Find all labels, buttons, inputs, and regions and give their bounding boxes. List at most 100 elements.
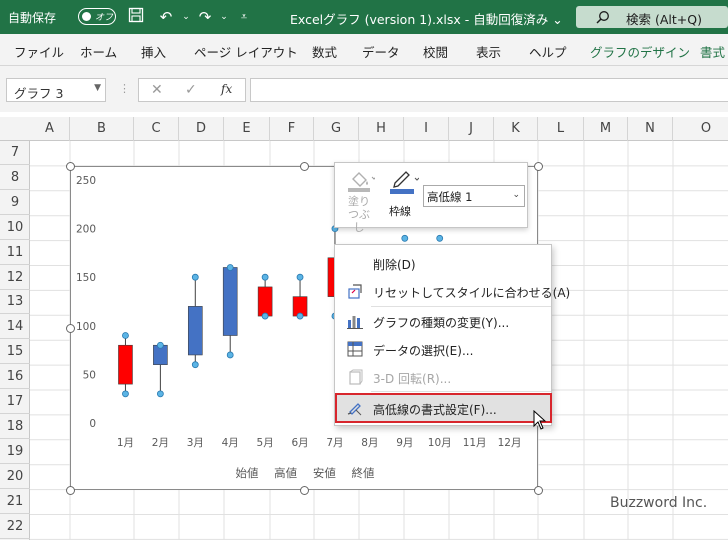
resize-handle-t[interactable]	[300, 162, 309, 171]
x-tick-label[interactable]: 4月	[222, 437, 239, 449]
tab-chart-design[interactable]: グラフのデザイン	[590, 42, 690, 61]
column-header-a[interactable]: A	[30, 117, 70, 141]
column-header-e[interactable]: E	[224, 117, 270, 141]
x-tick-label[interactable]: 9月	[396, 437, 413, 449]
column-header-k[interactable]: K	[494, 117, 538, 141]
x-tick-label[interactable]: 11月	[463, 437, 487, 449]
row-header-22[interactable]: 22	[0, 515, 30, 539]
menu-item-change-chart-type[interactable]: グラフの種類の変更(Y)...	[335, 307, 551, 335]
row-header-18[interactable]: 18	[0, 415, 30, 439]
x-tick-label[interactable]: 6月	[291, 437, 308, 449]
tab-format[interactable]: 書式	[700, 42, 725, 61]
x-tick-label[interactable]: 1月	[117, 437, 134, 449]
outline-label[interactable]: 枠線	[389, 203, 411, 219]
row-header-7[interactable]: 7	[0, 141, 30, 165]
row-header-11[interactable]: 11	[0, 241, 30, 265]
y-tick-label[interactable]: 250	[76, 175, 96, 187]
search-box[interactable]: 検索 (Alt+Q)	[576, 6, 728, 28]
row-header-19[interactable]: 19	[0, 440, 30, 464]
row-header-9[interactable]: 9	[0, 191, 30, 215]
high-marker[interactable]	[191, 273, 199, 281]
chart-legend[interactable]: 始値 高値 安値 終値	[71, 465, 539, 481]
customize-qat-icon[interactable]: ⩡	[234, 7, 254, 27]
y-tick-label[interactable]: 50	[83, 369, 96, 381]
resize-handle-br[interactable]	[534, 486, 543, 495]
x-tick-label[interactable]: 2月	[152, 437, 169, 449]
low-marker[interactable]	[261, 312, 269, 320]
name-box[interactable]: グラフ 3 ▼	[6, 78, 106, 102]
y-tick-label[interactable]: 0	[89, 418, 96, 430]
resize-handle-tr[interactable]	[534, 162, 543, 171]
column-header-m[interactable]: M	[584, 117, 628, 141]
column-header-f[interactable]: F	[270, 117, 314, 141]
resize-handle-bl[interactable]	[66, 486, 75, 495]
formula-input[interactable]	[250, 78, 728, 102]
chevron-down-icon[interactable]: ⌄	[512, 190, 520, 200]
high-marker[interactable]	[436, 234, 444, 242]
chart-element-select[interactable]: 高低線 1 ⌄	[423, 185, 525, 207]
low-marker[interactable]	[156, 390, 164, 398]
redo-dropdown-icon[interactable]: ⌄	[214, 7, 234, 27]
tab-review[interactable]: 校閲	[423, 42, 448, 61]
low-marker[interactable]	[296, 312, 304, 320]
undo-dropdown-icon[interactable]: ⌄	[176, 7, 196, 27]
row-header-14[interactable]: 14	[0, 315, 30, 340]
high-marker[interactable]	[296, 273, 304, 281]
up-bar[interactable]	[222, 267, 238, 336]
column-header-j[interactable]: J	[449, 117, 494, 141]
resize-handle-tl[interactable]	[66, 162, 75, 171]
low-marker[interactable]	[191, 361, 199, 369]
down-bar[interactable]	[257, 286, 273, 317]
high-marker[interactable]	[261, 273, 269, 281]
tab-file[interactable]: ファイル	[14, 42, 64, 61]
x-tick-label[interactable]: 3月	[187, 437, 204, 449]
menu-item-select-data[interactable]: データの選択(E)...	[335, 335, 551, 363]
column-header-o[interactable]: O	[673, 117, 728, 141]
tab-page-layout[interactable]: ページ レイアウト	[194, 42, 298, 61]
tab-view[interactable]: 表示	[476, 42, 501, 61]
column-header-b[interactable]: B	[70, 117, 134, 141]
low-marker[interactable]	[226, 351, 234, 359]
redo-icon[interactable]: ↷	[195, 7, 215, 27]
chevron-down-icon[interactable]: ▼	[94, 83, 101, 93]
resize-handle-b[interactable]	[300, 486, 309, 495]
undo-icon[interactable]: ↶	[156, 7, 176, 27]
row-header-10[interactable]: 10	[0, 216, 30, 240]
tab-data[interactable]: データ	[362, 42, 400, 61]
tab-insert[interactable]: 挿入	[141, 42, 166, 61]
pen-outline-icon[interactable]	[389, 169, 419, 197]
column-header-h[interactable]: H	[359, 117, 404, 141]
cancel-icon[interactable]: ✕	[151, 82, 163, 98]
x-tick-label[interactable]: 7月	[326, 437, 343, 449]
row-header-17[interactable]: 17	[0, 390, 30, 414]
high-marker[interactable]	[156, 341, 164, 349]
enter-icon[interactable]: ✓	[185, 82, 197, 98]
tab-home[interactable]: ホーム	[80, 42, 117, 61]
column-header-g[interactable]: G	[314, 117, 359, 141]
menu-item-format-high-low-lines[interactable]: 高低線の書式設定(F)...	[335, 393, 552, 423]
autosave-toggle[interactable]: オフ	[78, 8, 116, 25]
y-tick-label[interactable]: 150	[76, 272, 96, 284]
menu-item-reset-style[interactable]: リセットしてスタイルに合わせる(A)	[335, 277, 570, 305]
row-header-20[interactable]: 20	[0, 465, 30, 489]
row-header-13[interactable]: 13	[0, 290, 30, 315]
fill-label[interactable]: 塗りつぶし	[345, 195, 373, 234]
row-header-21[interactable]: 21	[0, 490, 30, 514]
row-header-16[interactable]: 16	[0, 365, 30, 390]
column-header-l[interactable]: L	[538, 117, 584, 141]
high-marker[interactable]	[122, 332, 129, 339]
high-marker[interactable]	[226, 264, 234, 271]
y-tick-label[interactable]: 200	[76, 224, 96, 236]
save-icon[interactable]	[126, 7, 146, 27]
down-bar[interactable]	[118, 344, 133, 385]
column-header-d[interactable]: D	[179, 117, 224, 141]
column-header-c[interactable]: C	[134, 117, 179, 141]
x-tick-label[interactable]: 5月	[257, 437, 274, 449]
function-icon[interactable]: fx	[221, 82, 232, 96]
up-bar[interactable]	[187, 306, 203, 356]
menu-item-delete[interactable]: 削除(D)	[335, 249, 551, 277]
high-marker[interactable]	[401, 234, 409, 242]
y-tick-label[interactable]: 100	[76, 321, 96, 333]
x-tick-label[interactable]: 8月	[361, 437, 378, 449]
low-marker[interactable]	[122, 390, 129, 398]
